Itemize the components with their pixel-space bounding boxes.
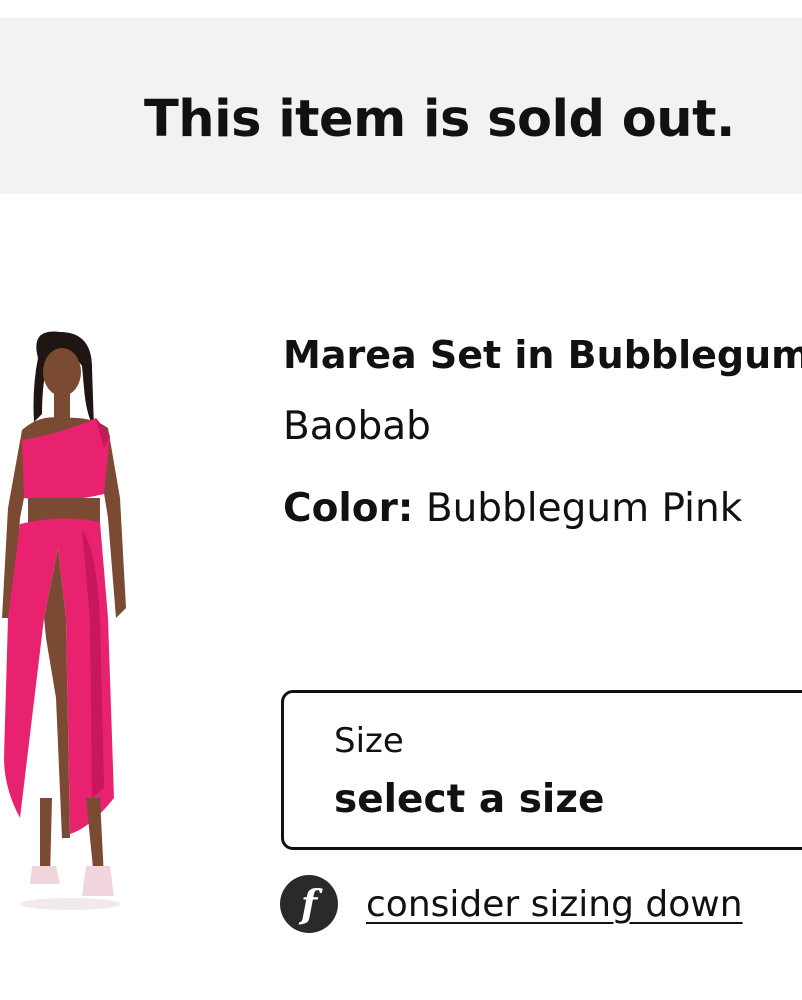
- sold-out-banner: This item is sold out.: [0, 18, 802, 194]
- sold-out-message: This item is sold out.: [144, 90, 735, 149]
- product-info: Marea Set in Bubblegum Pink Baobab Color…: [283, 330, 802, 534]
- model-illustration: [2, 331, 126, 910]
- size-selected-value: select a size: [334, 777, 605, 822]
- color-value: Bubblegum Pink: [425, 486, 743, 531]
- fit-icon-glyph: f: [300, 881, 318, 926]
- product-page: This item is sold out. Marea Set in Bubb…: [0, 0, 802, 1000]
- color-info: Color: Bubblegum Pink: [283, 484, 802, 534]
- sizing-advice-link[interactable]: consider sizing down: [366, 884, 743, 925]
- size-dropdown[interactable]: Size select a size: [281, 690, 802, 850]
- brand-name[interactable]: Baobab: [283, 402, 802, 452]
- size-label: Size: [334, 721, 404, 761]
- fit-f-icon: f: [280, 875, 338, 933]
- fit-advice: f consider sizing down: [280, 875, 743, 933]
- color-label: Color:: [283, 486, 414, 531]
- product-title[interactable]: Marea Set in Bubblegum Pink: [283, 330, 802, 380]
- product-photo[interactable]: [0, 318, 150, 918]
